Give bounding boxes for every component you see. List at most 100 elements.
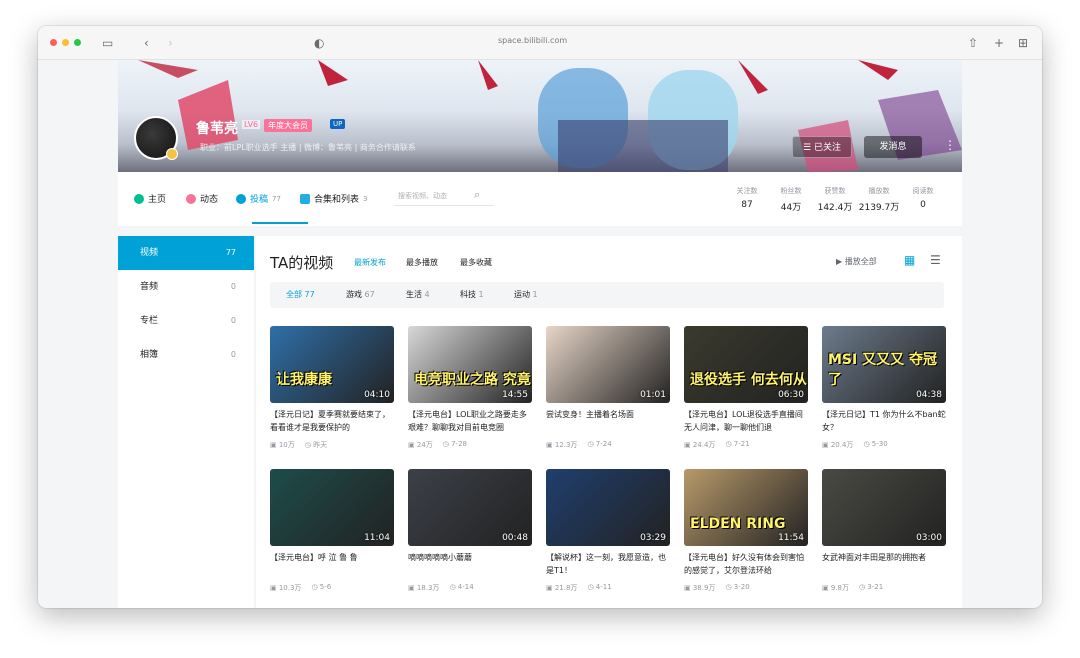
tab-videos-label: 投稿	[250, 195, 269, 205]
video-card[interactable]: ELDEN RING 11:54 【泽元电台】好久没有体会到害怕的感觉了，艾尔登法环…	[684, 469, 808, 593]
stat-plays-value: 2139.7万	[858, 203, 900, 213]
filter-label: 科技	[460, 290, 476, 299]
video-duration: 11:54	[778, 533, 804, 543]
minimize-window-button[interactable]	[62, 39, 69, 46]
sidebar-toggle-icon[interactable]: ▭	[102, 35, 113, 51]
tab-collections[interactable]: 合集和列表 3	[300, 192, 367, 205]
sidebar-item-video[interactable]: 视频 77	[118, 236, 254, 270]
video-title[interactable]: 女武神面对丰田是那的拥抱者	[822, 551, 946, 577]
video-thumbnail[interactable]: 03:29	[546, 469, 670, 546]
new-tab-icon[interactable]: +	[994, 35, 1004, 51]
play-all-button[interactable]: ▶ 播放全部	[836, 256, 877, 267]
more-options-icon[interactable]: ⋮	[944, 138, 956, 152]
view-count: ▣ 24.4万	[684, 441, 716, 449]
video-title[interactable]: 【泽元电台】LOL职业之路要走多艰难？聊聊我对目前电竞圈	[408, 408, 532, 434]
sidebar-item-albums[interactable]: 相簿 0	[118, 338, 254, 372]
stat-fans[interactable]: 粉丝数 44万	[768, 186, 814, 213]
tab-videos[interactable]: 投稿 77	[236, 192, 281, 205]
sort-most-played[interactable]: 最多播放	[406, 257, 438, 268]
tab-home[interactable]: 主页	[134, 192, 166, 205]
filter-life[interactable]: 生活 4	[406, 289, 430, 300]
video-title[interactable]: 【泽元日记】夏季赛就要结束了，看看谁才是我要保护的	[270, 408, 394, 434]
video-card[interactable]: 退役选手 何去何从 06:30 【泽元电台】LOL退役选手直播间无人问津，聊一聊他们…	[684, 326, 808, 450]
upload-date: ◷ 7-21	[725, 440, 750, 448]
page-content: 鲁苇亮 LV6 年度大会员 UP 职业：前LPL职业选手 主播 | 微博：鲁苇亮…	[118, 60, 962, 608]
upload-date: ◷ 7-28	[442, 440, 467, 448]
profile-nav: 主页 动态 投稿 77 合集和列表 3 搜索视频、动态 ⌕ 关注数 87 粉丝数 44万…	[118, 172, 962, 226]
video-thumbnail[interactable]: 退役选手 何去何从 06:30	[684, 326, 808, 403]
video-card[interactable]: 让我康康 04:10 【泽元日记】夏季赛就要结束了，看看谁才是我要保护的 ▣ 10万 ◷…	[270, 326, 394, 450]
sidebar-item-count: 0	[230, 316, 236, 325]
video-thumbnail[interactable]: 03:00	[822, 469, 946, 546]
up-badge: UP	[330, 119, 346, 129]
video-card[interactable]: 电竞职业之路 究竟 14:55 【泽元电台】LOL职业之路要走多艰难？聊聊我对目前电…	[408, 326, 532, 450]
video-card[interactable]: 03:00 女武神面对丰田是那的拥抱者 ▣ 9.8万 ◷ 3-21	[822, 469, 946, 593]
upload-date: ◷ 5-30	[863, 440, 888, 448]
sidebar-item-count: 0	[230, 350, 236, 359]
video-title[interactable]: 【泽元电台】LOL退役选手直播间无人问津，聊一聊他们退	[684, 408, 808, 434]
video-card[interactable]: 00:48 嘀嘀嘀嘀嘀小蘑蘑 ▣ 18.3万 ◷ 4-14	[408, 469, 532, 593]
video-title[interactable]: 【泽元电台】好久没有体会到害怕的感觉了，艾尔登法环给	[684, 551, 808, 577]
video-title[interactable]: 尝试变身！主播着名场面	[546, 408, 670, 434]
filter-tech[interactable]: 科技 1	[460, 289, 484, 300]
filter-games[interactable]: 游戏 67	[346, 289, 375, 300]
thumbnail-overlay-text: 电竞职业之路 究竟	[414, 372, 531, 388]
filter-label: 生活	[406, 290, 422, 299]
tab-overview-icon[interactable]: ⊞	[1018, 35, 1028, 51]
video-thumbnail[interactable]: 11:04	[270, 469, 394, 546]
filter-count: 1	[478, 290, 484, 299]
video-title[interactable]: 【泽元日记】T1 你为什么不ban蛇女？	[822, 408, 946, 434]
video-card[interactable]: 01:01 尝试变身！主播着名场面 ▣ 12.3万 ◷ 7-24	[546, 326, 670, 450]
tab-dynamic[interactable]: 动态	[186, 192, 218, 205]
level-badge: LV6	[242, 120, 261, 129]
filter-count: 4	[424, 290, 430, 299]
view-count: ▣ 20.4万	[822, 441, 854, 449]
collection-icon	[300, 193, 310, 204]
list-view-icon[interactable]: ☰	[930, 253, 941, 267]
sort-most-favorited[interactable]: 最多收藏	[460, 257, 492, 268]
view-count: ▣ 38.9万	[684, 584, 716, 592]
sidebar-item-label: 相簿	[140, 350, 159, 360]
sort-latest[interactable]: 最新发布	[354, 257, 386, 268]
video-card[interactable]: 03:29 【解说杯】这一刻，我愿意造，也是T1！ ▣ 21.8万 ◷ 4-11	[546, 469, 670, 593]
follow-button-label: 已关注	[813, 143, 841, 153]
privacy-shield-icon[interactable]: ◐	[314, 35, 324, 51]
close-window-button[interactable]	[50, 39, 57, 46]
video-meta: ▣ 24万 ◷ 7-28	[408, 440, 532, 450]
filter-count: 67	[364, 290, 375, 299]
video-thumbnail[interactable]: 01:01	[546, 326, 670, 403]
follow-button[interactable]: ☰ 已关注	[792, 136, 852, 158]
tab-collections-label: 合集和列表	[314, 195, 360, 205]
filter-label: 全部	[286, 290, 302, 299]
sidebar-item-audio[interactable]: 音频 0	[118, 270, 254, 304]
video-thumbnail[interactable]: 00:48	[408, 469, 532, 546]
message-button[interactable]: 发消息	[864, 136, 922, 158]
video-card[interactable]: MSI 又又又 夺冠了 04:38 【泽元日记】T1 你为什么不ban蛇女？ ▣ 20…	[822, 326, 946, 450]
video-duration: 01:01	[640, 390, 666, 400]
video-thumbnail[interactable]: ELDEN RING 11:54	[684, 469, 808, 546]
grid-view-icon[interactable]: ▦	[904, 253, 915, 267]
filter-sports[interactable]: 运动 1	[514, 289, 538, 300]
video-thumbnail[interactable]: 让我康康 04:10	[270, 326, 394, 403]
view-count: ▣ 10.3万	[270, 584, 302, 592]
video-title[interactable]: 【泽元电台】呼 泣 鲁 鲁	[270, 551, 394, 577]
filter-count: 1	[532, 290, 538, 299]
share-icon[interactable]: ⇧	[968, 35, 978, 51]
video-title[interactable]: 嘀嘀嘀嘀嘀小蘑蘑	[408, 551, 532, 577]
back-icon[interactable]: ‹	[144, 35, 149, 51]
filter-label: 游戏	[346, 290, 362, 299]
sidebar-item-count: 0	[230, 282, 236, 291]
video-icon	[236, 193, 246, 204]
video-thumbnail[interactable]: MSI 又又又 夺冠了 04:38	[822, 326, 946, 403]
video-card[interactable]: 11:04 【泽元电台】呼 泣 鲁 鲁 ▣ 10.3万 ◷ 5-6	[270, 469, 394, 593]
video-duration: 00:48	[502, 533, 528, 543]
video-title[interactable]: 【解说杯】这一刻，我愿意造，也是T1！	[546, 551, 670, 577]
video-thumbnail[interactable]: 电竞职业之路 究竟 14:55	[408, 326, 532, 403]
forward-icon[interactable]: ›	[168, 35, 173, 51]
filter-all[interactable]: 全部 77	[286, 289, 315, 300]
maximize-window-button[interactable]	[74, 39, 81, 46]
thumbnail-overlay-text: 让我康康	[276, 372, 332, 388]
stat-following[interactable]: 关注数 87	[724, 186, 770, 210]
address-bar[interactable]: space.bilibili.com	[498, 36, 567, 45]
sidebar-item-articles[interactable]: 专栏 0	[118, 304, 254, 338]
